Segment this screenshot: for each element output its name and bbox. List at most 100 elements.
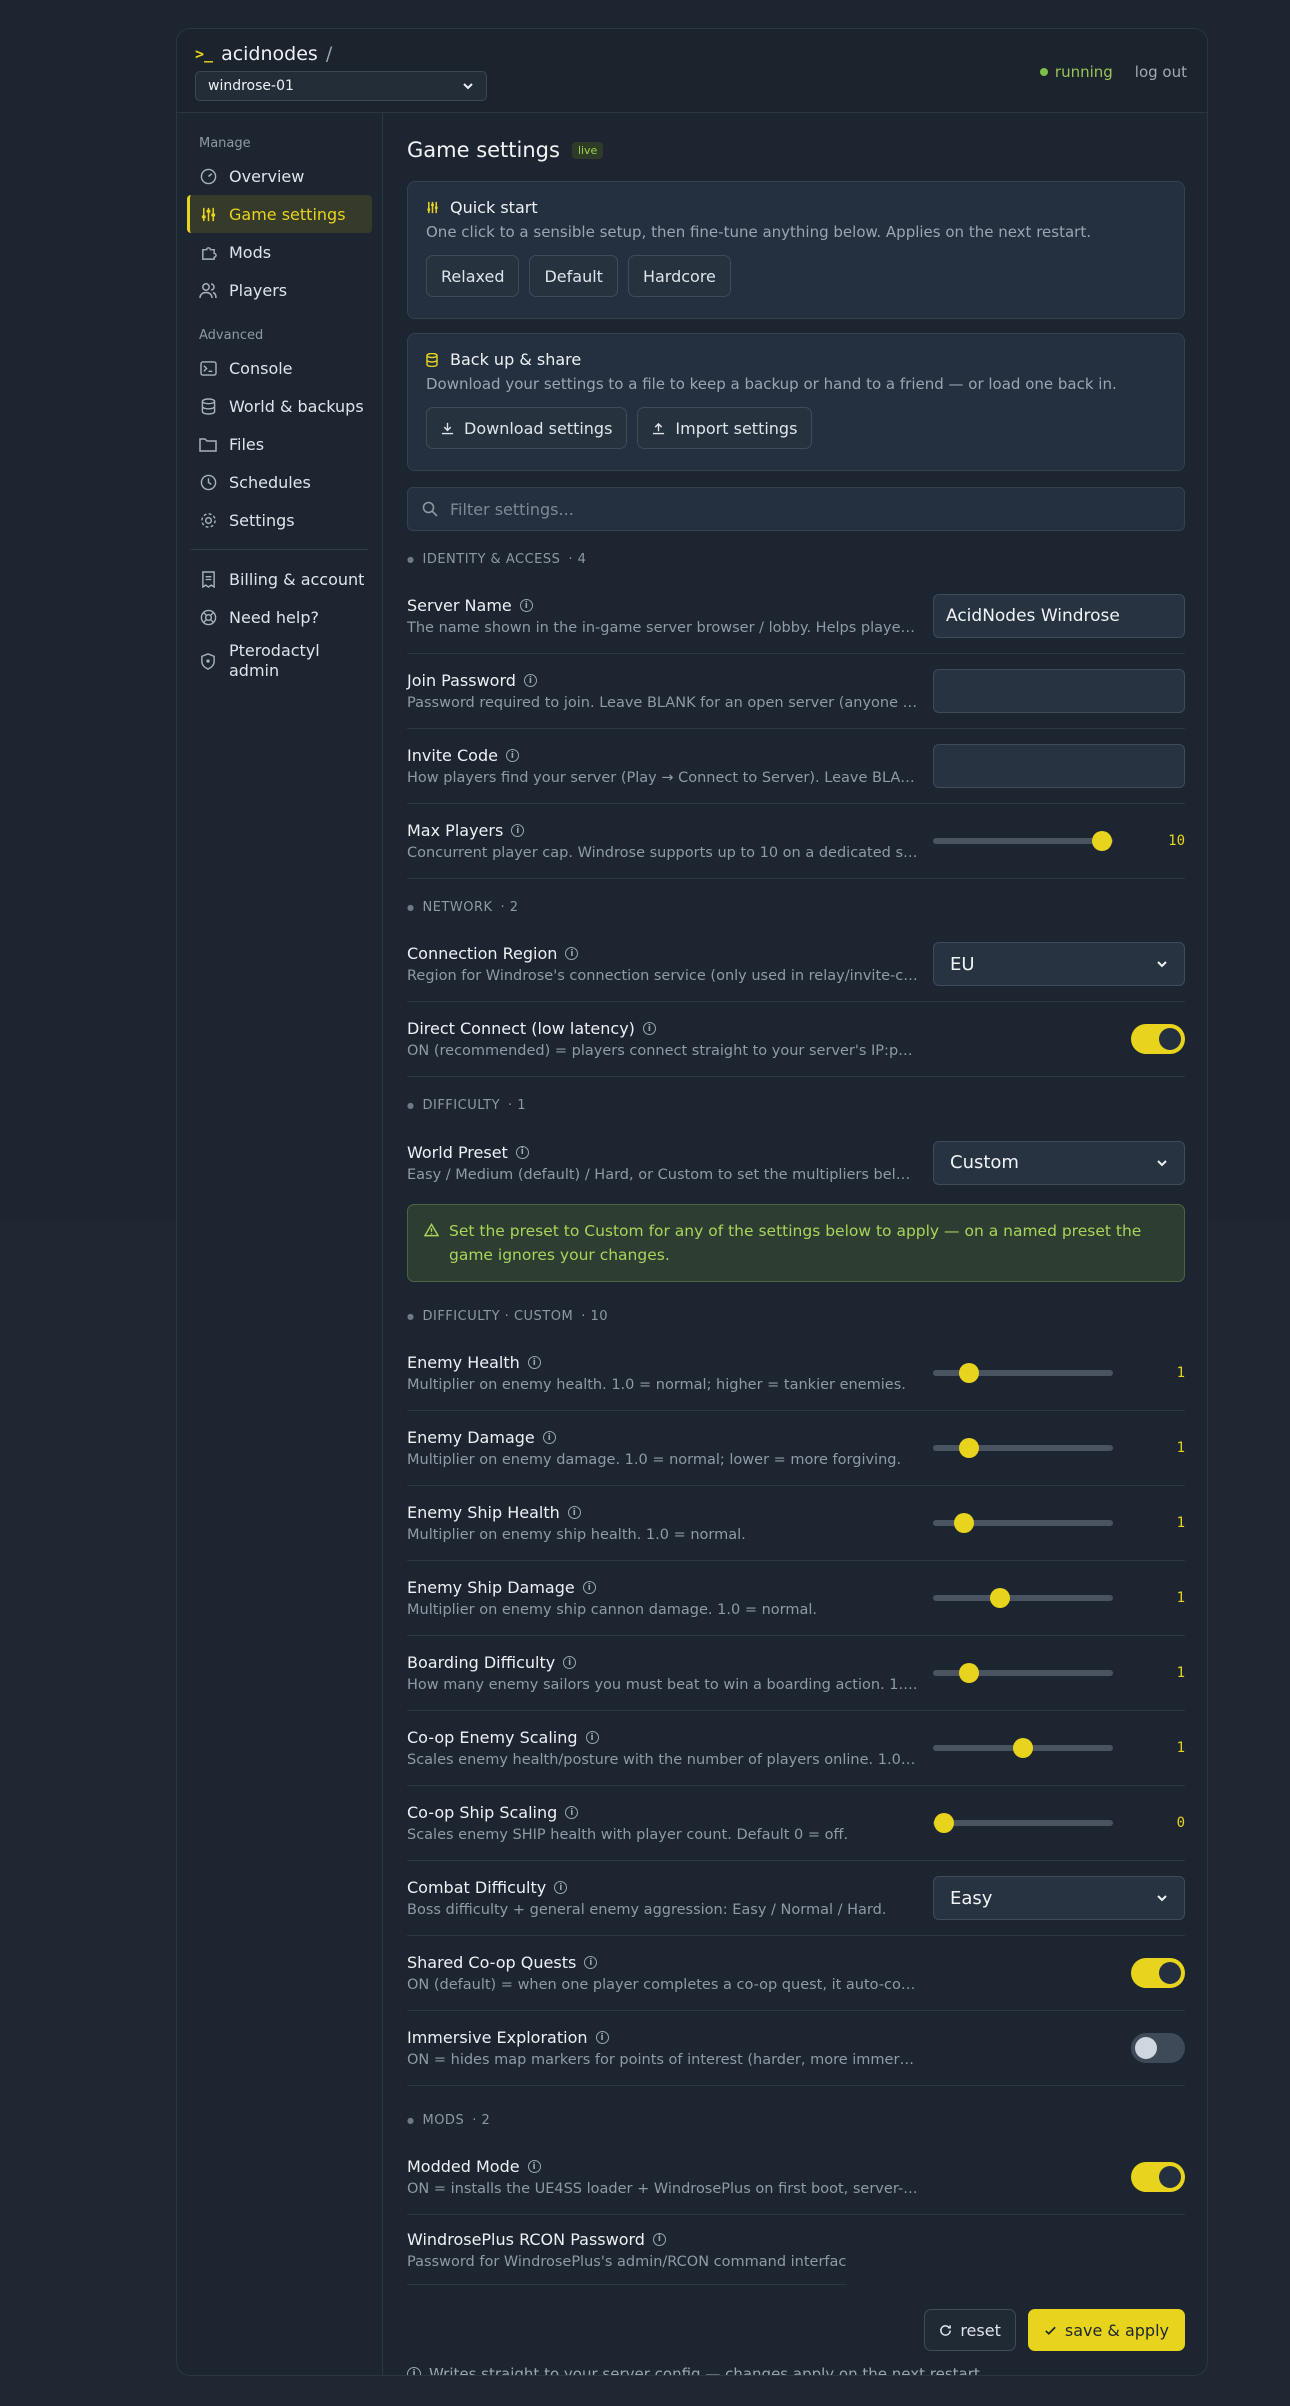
preset-default-button[interactable]: Default [529,255,618,297]
lifebuoy-icon [199,608,217,626]
sidebar-item-billing[interactable]: Billing & account [187,560,372,598]
info-icon[interactable]: i [585,1731,599,1744]
info-icon[interactable]: i [527,2160,541,2173]
sidebar-item-pterodactyl-admin[interactable]: Pterodactyl admin [187,636,372,686]
sidebar-item-files[interactable]: Files [187,425,372,463]
save-apply-button[interactable]: save & apply [1027,2309,1185,2351]
chevron-down-icon [463,83,473,90]
info-icon[interactable]: i [652,2232,666,2246]
slider-track[interactable] [933,831,1113,851]
info-icon: i [407,2367,421,2375]
sidebar-item-console[interactable]: Console [187,349,372,387]
sidebar-item-world-backups[interactable]: World & backups [187,387,372,425]
info-icon[interactable]: i [595,2031,609,2044]
shared-quests-toggle[interactable] [1131,1958,1185,1988]
join-password-input[interactable] [933,669,1185,713]
info-icon[interactable]: i [523,674,537,687]
info-icon[interactable]: i [554,1881,568,1894]
slider-track[interactable] [933,1813,1113,1833]
info-icon[interactable]: i [511,824,525,837]
download-settings-button[interactable]: Download settings [426,407,628,449]
coop-enemy-scaling-slider[interactable]: 1 [933,1738,1185,1758]
sidebar-item-game-settings[interactable]: Game settings [187,195,372,233]
slider-value: 0 [1176,1815,1185,1831]
setting-label: Enemy Ship Health [407,1503,560,1522]
sidebar-item-schedules[interactable]: Schedules [187,463,372,501]
info-icon[interactable]: i [567,1506,581,1519]
setting-coop-enemy-scaling: Co-op Enemy Scaling i Scales enemy health… [407,1711,1185,1786]
setting-world-preset: World Preset i Easy / Medium (default) / … [407,1125,1185,1200]
page-title: Game settings [407,138,560,162]
reset-button[interactable]: reset [924,2309,1016,2351]
enemy-ship-damage-slider[interactable]: 1 [933,1588,1185,1608]
setting-label: Co-op Enemy Scaling [407,1728,578,1747]
setting-desc: Scales enemy SHIP health with player cou… [407,1827,849,1843]
live-badge: live [571,141,604,159]
filter-settings-input[interactable]: Filter settings... [407,487,1185,531]
info-icon[interactable]: i [582,1581,596,1594]
info-icon[interactable]: i [565,1806,579,1819]
enemy-ship-health-slider[interactable]: 1 [933,1513,1185,1533]
sidebar-item-mods[interactable]: Mods [187,233,372,271]
slider-thumb[interactable] [959,1663,979,1683]
slider-thumb[interactable] [989,1588,1010,1608]
boarding-difficulty-slider[interactable]: 1 [933,1663,1185,1683]
slider-track[interactable] [933,1438,1113,1458]
sidebar-item-label: Game settings [229,204,346,224]
preset-hardcore-button[interactable]: Hardcore [627,255,731,297]
enemy-health-slider[interactable]: 1 [933,1363,1185,1383]
preset-relaxed-button[interactable]: Relaxed [426,255,520,297]
coop-ship-scaling-slider[interactable]: 0 [933,1813,1185,1833]
info-icon[interactable]: i [563,1656,577,1669]
slider-thumb[interactable] [1092,831,1113,851]
max-players-slider[interactable]: 10 [933,831,1185,851]
info-icon[interactable]: i [519,599,533,612]
slider-track[interactable] [933,1663,1113,1683]
setting-label: Direct Connect (low latency) [407,1019,635,1038]
info-icon[interactable]: i [642,1022,656,1035]
info-icon[interactable]: i [527,1356,541,1369]
info-icon[interactable]: i [505,749,519,762]
direct-connect-toggle[interactable] [1131,1024,1185,1054]
slider-track[interactable] [933,1588,1113,1608]
sidebar-item-overview[interactable]: Overview [187,157,372,195]
info-icon[interactable]: i [515,1145,529,1159]
sidebar-item-settings[interactable]: Settings [187,501,372,539]
immersive-exploration-toggle[interactable] [1131,2033,1185,2063]
sidebar-item-help[interactable]: Need help? [187,598,372,636]
slider-track[interactable] [933,1513,1113,1533]
setting-label: WindrosePlus RCON Password [407,2229,645,2249]
slider-thumb[interactable] [959,1438,979,1458]
logout-link[interactable]: log out [1135,63,1187,81]
combat-difficulty-select[interactable]: Easy [933,1876,1185,1920]
info-icon[interactable]: i [565,947,579,960]
connection-region-select[interactable]: EU [933,942,1185,986]
slider-track[interactable] [933,1738,1113,1758]
modded-mode-toggle[interactable] [1131,2162,1185,2192]
slider-thumb[interactable] [1013,1738,1033,1758]
info-icon[interactable]: i [584,1956,598,1969]
server-select[interactable]: windrose-01 [195,71,487,101]
setting-desc: Multiplier on enemy ship health. 1.0 = n… [407,1527,746,1543]
terminal-icon [199,359,217,377]
toggle-knob [1159,1962,1181,1984]
setting-direct-connect: Direct Connect (low latency) i ON (recomm… [407,1002,1185,1077]
slider-thumb[interactable] [959,1363,979,1383]
setting-label: Boarding Difficulty [407,1653,556,1672]
terminal-prompt-icon: >_ [195,45,214,63]
world-preset-select[interactable]: Custom [933,1140,1185,1185]
slider-track[interactable] [933,1363,1113,1383]
quick-start-card: Quick start One click to a sensible setu… [407,181,1185,319]
import-settings-button[interactable]: Import settings [637,407,813,449]
slider-value: 1 [1176,1665,1185,1681]
folder-icon [199,435,217,453]
server-name-input[interactable]: AcidNodes Windrose [933,594,1185,638]
sidebar-item-players[interactable]: Players [187,271,372,309]
slider-thumb[interactable] [933,1813,954,1833]
select-value: Custom [950,1152,1019,1173]
enemy-damage-slider[interactable]: 1 [933,1438,1185,1458]
invite-code-input[interactable] [933,744,1185,788]
info-icon[interactable]: i [542,1431,556,1444]
warning-icon [423,1219,440,1267]
slider-thumb[interactable] [953,1513,974,1533]
